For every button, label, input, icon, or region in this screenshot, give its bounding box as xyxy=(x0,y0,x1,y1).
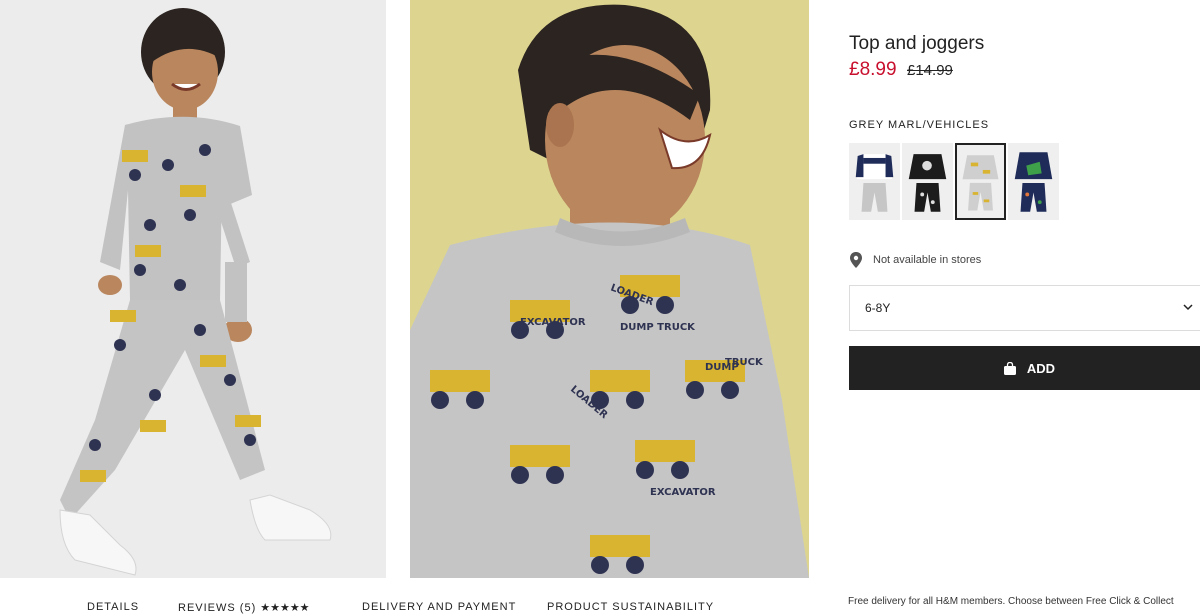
sale-price: £8.99 xyxy=(849,59,897,80)
print-label: TRUCK xyxy=(725,357,764,368)
chevron-down-icon xyxy=(1183,304,1193,311)
tab-details[interactable]: DETAILS xyxy=(87,601,139,613)
product-title: Top and joggers xyxy=(849,33,985,54)
product-photo-closeup[interactable]: LOADER EXCAVATOR DUMP TRUCK LOADER DUMP … xyxy=(410,0,809,578)
product-photo-full-body[interactable] xyxy=(0,0,386,578)
color-swatches xyxy=(849,143,1059,220)
print-label: DUMP TRUCK xyxy=(620,322,696,333)
selected-color-name: GREY MARL/VEHICLES xyxy=(849,119,990,131)
swatch-thumbnail xyxy=(903,144,952,219)
rating-stars-icon: ★★★★★ xyxy=(260,602,310,614)
product-info-panel: Top and joggers £8.99 £14.99 GREY MARL/V… xyxy=(849,0,1200,578)
tab-reviews-label: REVIEWS (5) xyxy=(178,602,257,614)
swatch-navy-dinosaur[interactable] xyxy=(1008,143,1059,220)
location-pin-icon xyxy=(850,252,862,268)
swatch-black-space[interactable] xyxy=(902,143,953,220)
product-page: LOADER EXCAVATOR DUMP TRUCK LOADER DUMP … xyxy=(0,0,1200,614)
tab-product-sustainability[interactable]: PRODUCT SUSTAINABILITY xyxy=(547,601,714,613)
add-to-bag-button[interactable]: ADD xyxy=(849,346,1200,390)
tab-delivery-and-payment[interactable]: DELIVERY AND PAYMENT xyxy=(362,601,516,613)
original-price: £14.99 xyxy=(907,62,953,79)
print-label: EXCAVATOR xyxy=(650,487,716,498)
tab-reviews[interactable]: REVIEWS (5) ★★★★★ xyxy=(178,601,310,614)
price-row: £8.99 £14.99 xyxy=(849,59,953,81)
size-select[interactable]: 6-8Y xyxy=(849,285,1200,331)
delivery-note: Free delivery for all H&M members. Choos… xyxy=(848,596,1174,607)
store-availability: Not available in stores xyxy=(849,252,981,268)
product-detail-tabs: DETAILS REVIEWS (5) ★★★★★ DELIVERY AND PA… xyxy=(0,578,830,614)
photo-left-illustration xyxy=(0,0,386,578)
print-label: EXCAVATOR xyxy=(520,317,586,328)
swatch-thumbnail xyxy=(957,146,1004,217)
size-value: 6-8Y xyxy=(865,301,891,315)
photo-main-illustration: LOADER EXCAVATOR DUMP TRUCK LOADER DUMP … xyxy=(410,0,809,578)
store-availability-text: Not available in stores xyxy=(873,254,982,266)
swatch-thumbnail xyxy=(850,144,899,219)
swatch-thumbnail xyxy=(1009,144,1058,219)
bag-icon xyxy=(1003,361,1016,375)
add-button-label: ADD xyxy=(1026,360,1056,376)
swatch-grey-marl-vehicles[interactable] xyxy=(955,143,1006,220)
swatch-navy-grey-newyork[interactable] xyxy=(849,143,900,220)
